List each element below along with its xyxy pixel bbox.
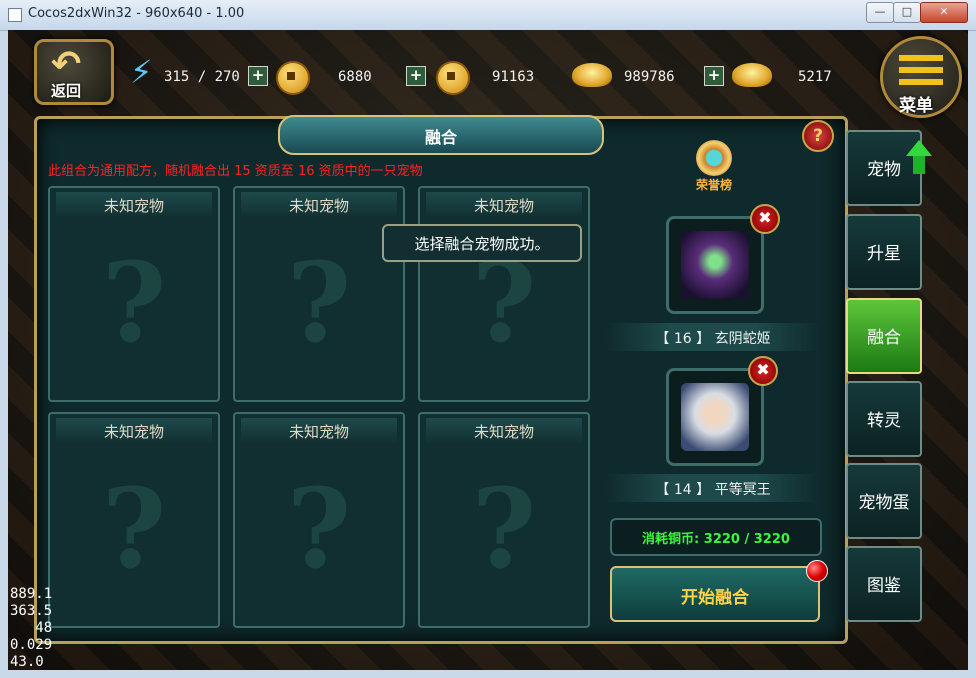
question-mark-icon: ? bbox=[286, 238, 352, 367]
tab-label: 转灵 bbox=[867, 411, 901, 431]
slot-label: 未知宠物 bbox=[473, 423, 534, 441]
help-button[interactable]: ? bbox=[802, 120, 834, 152]
locked-coin-icon bbox=[436, 61, 470, 95]
locked-ingot-icon bbox=[732, 63, 772, 87]
honor-board-button[interactable]: 荣誉榜 bbox=[680, 140, 748, 194]
pet-2-name: 【 14 】 平等冥王 bbox=[655, 482, 771, 498]
recipe-hint: 此组合为通用配方，随机融合出 15 资质至 16 资质中的一只宠物 bbox=[48, 164, 423, 179]
minimize-button[interactable]: — bbox=[866, 2, 894, 23]
tab-pet-egg[interactable]: 宠物蛋 bbox=[846, 463, 922, 539]
start-fusion-label: 开始融合 bbox=[681, 588, 749, 608]
cost-display: 消耗铜币: 3220 / 3220 bbox=[610, 518, 822, 556]
game-canvas: ↶ 返回 ⚡ 315 / 270 + 6880 + 91163 989786 +… bbox=[8, 30, 968, 670]
add-energy-button[interactable]: + bbox=[248, 66, 268, 86]
pet-slot-6[interactable]: 未知宠物 ? bbox=[418, 412, 590, 628]
maximize-button[interactable]: □ bbox=[893, 2, 921, 23]
slot-label: 未知宠物 bbox=[103, 197, 164, 215]
pet-slot-5[interactable]: 未知宠物 ? bbox=[233, 412, 405, 628]
copper-value: 6880 bbox=[338, 69, 372, 85]
back-label: 返回 bbox=[51, 82, 82, 100]
selected-pet-1[interactable] bbox=[666, 216, 764, 314]
tab-label: 融合 bbox=[867, 328, 901, 348]
question-mark-icon: ? bbox=[101, 238, 167, 367]
question-mark-icon: ? bbox=[471, 464, 537, 593]
pet-portrait-image bbox=[681, 231, 749, 299]
close-button[interactable]: ✕ bbox=[920, 2, 968, 23]
energy-icon: ⚡ bbox=[130, 53, 153, 91]
toast-message: 选择融合宠物成功。 bbox=[382, 224, 582, 262]
tab-star-up[interactable]: 升星 bbox=[846, 214, 922, 290]
pet-2-label: 【 14 】 平等冥王 bbox=[606, 474, 820, 502]
remove-pet-2-button[interactable]: ✖ bbox=[748, 356, 778, 386]
up-arrow-icon bbox=[906, 140, 932, 156]
slot-label: 未知宠物 bbox=[288, 423, 349, 441]
gold-ingot-icon bbox=[572, 63, 612, 87]
window-title: Cocos2dxWin32 - 960x640 - 1.00 bbox=[28, 6, 245, 21]
panel-title: 融合 bbox=[424, 128, 457, 147]
window-titlebar: Cocos2dxWin32 - 960x640 - 1.00 — □ ✕ bbox=[0, 0, 976, 31]
add-copper-button[interactable]: + bbox=[406, 66, 426, 86]
menu-label: 菜单 bbox=[899, 96, 933, 116]
remove-pet-1-button[interactable]: ✖ bbox=[750, 204, 780, 234]
tab-transform[interactable]: 转灵 bbox=[846, 381, 922, 457]
pet-1-label: 【 16 】 玄阴蛇姬 bbox=[606, 323, 820, 351]
slot-label: 未知宠物 bbox=[473, 197, 534, 215]
silver-value: 91163 bbox=[492, 69, 535, 85]
slot-label: 未知宠物 bbox=[288, 197, 349, 215]
start-fusion-button[interactable]: 开始融合 bbox=[610, 566, 820, 622]
back-arrow-icon: ↶ bbox=[51, 44, 82, 85]
pet-1-name: 【 16 】 玄阴蛇姬 bbox=[655, 331, 771, 347]
menu-icon bbox=[899, 55, 943, 85]
panel-title-banner: 融合 bbox=[278, 115, 604, 155]
tab-label: 升星 bbox=[867, 244, 901, 264]
tab-codex[interactable]: 图鉴 bbox=[846, 546, 922, 622]
selected-pet-2[interactable] bbox=[666, 368, 764, 466]
toast-text: 选择融合宠物成功。 bbox=[414, 235, 550, 253]
tab-label: 宠物 bbox=[867, 160, 901, 180]
tab-label: 图鉴 bbox=[867, 576, 901, 596]
pet-slot-4[interactable]: 未知宠物 ? bbox=[48, 412, 220, 628]
debug-stats: 889.1 363.5 48 0.029 43.0 bbox=[10, 586, 53, 670]
menu-button[interactable]: 菜单 bbox=[880, 36, 962, 118]
pet-portrait-image bbox=[681, 383, 749, 451]
gold-value: 989786 bbox=[624, 69, 675, 85]
add-gold-button[interactable]: + bbox=[704, 66, 724, 86]
honor-emblem-icon bbox=[696, 140, 732, 176]
back-button[interactable]: ↶ 返回 bbox=[34, 39, 114, 105]
tab-fusion[interactable]: 融合 bbox=[846, 298, 922, 374]
pet-slot-2[interactable]: 未知宠物 ? bbox=[233, 186, 405, 402]
slot-label: 未知宠物 bbox=[103, 423, 164, 441]
pet-slot-3[interactable]: 未知宠物 ? bbox=[418, 186, 590, 402]
question-mark-icon: ? bbox=[286, 464, 352, 593]
cost-text: 消耗铜币: 3220 / 3220 bbox=[642, 532, 790, 547]
app-icon bbox=[8, 8, 22, 22]
question-mark-icon: ? bbox=[101, 464, 167, 593]
honor-label: 荣誉榜 bbox=[695, 178, 732, 192]
energy-value: 315 / 270 bbox=[164, 69, 240, 85]
locked-gold-value: 5217 bbox=[798, 69, 832, 85]
up-arrow-stem bbox=[913, 156, 925, 174]
pet-slot-1[interactable]: 未知宠物 ? bbox=[48, 186, 220, 402]
copper-coin-icon bbox=[276, 61, 310, 95]
notification-dot-icon bbox=[806, 560, 828, 582]
tab-label: 宠物蛋 bbox=[858, 493, 910, 513]
